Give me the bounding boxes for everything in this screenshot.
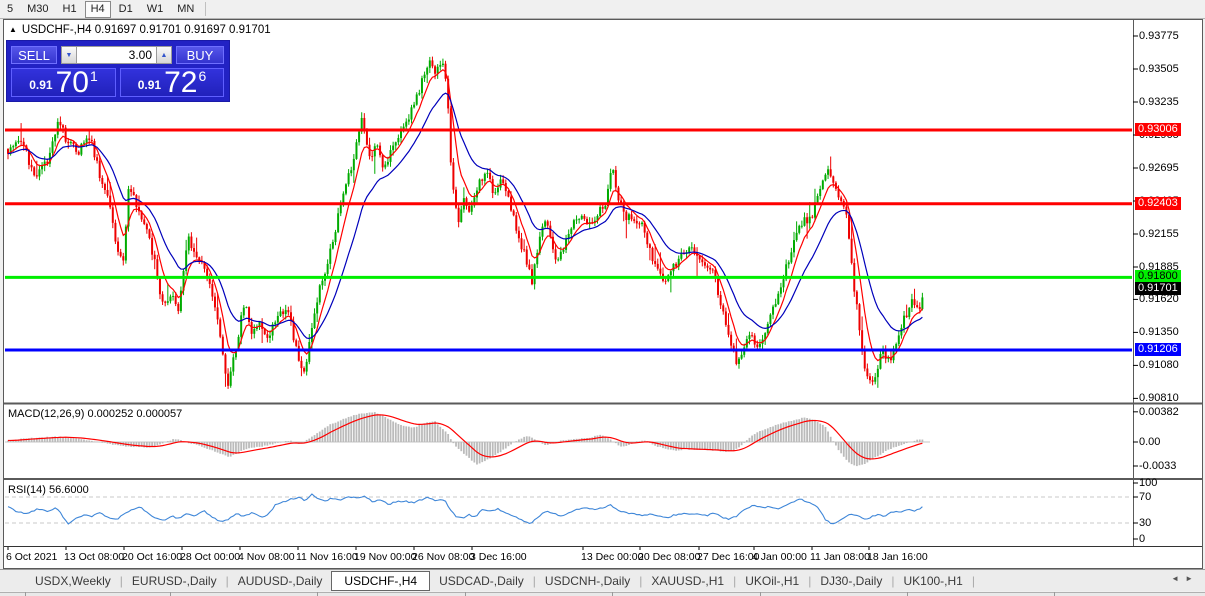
volume-stepper: ▼ ▲ [61,46,172,64]
chart-tab-usdx-weekly[interactable]: USDX,Weekly [26,572,120,590]
status-bar-sliver [0,592,1205,596]
chart-tab-bar: USDX,Weekly|EURUSD-,Daily|AUDUSD-,DailyU… [0,569,1205,591]
time-axis-label: 4 Nov 08:00 [238,551,295,563]
sell-price-prefix: 0.91 [29,78,52,92]
chart-tab-eurusd-daily[interactable]: EURUSD-,Daily [123,572,226,590]
chart-tab-usdcad-daily[interactable]: USDCAD-,Daily [430,572,533,590]
status-tick [612,592,613,596]
time-axis-label: 11 Nov 16:00 [296,551,358,563]
price-axis-label: 0.90810 [1139,392,1179,404]
sell-price-digits: 70 [56,70,89,96]
price-axis-label: 0.93775 [1139,30,1179,42]
time-axis-label: 6 Oct 2021 [6,551,57,563]
status-tick [317,592,318,596]
status-tick [465,592,466,596]
price-axis-label: 0.92695 [1139,162,1179,174]
rsi-indicator-label: RSI(14) 56.6000 [8,484,89,496]
resistance-line-price-badge: 0.93006 [1135,123,1181,136]
tab-scroll-left-icon[interactable]: ◄ [1171,574,1185,583]
buy-price-display[interactable]: 0.91 72 6 [120,68,224,97]
price-axis-label: 0.93505 [1139,63,1179,75]
buy-price-digits: 72 [164,70,197,96]
price-axis-label: 0.91080 [1139,359,1179,371]
mt4-terminal-window: 5M30H1H4D1W1MN ▲USDCHF-,H4 0.91697 0.917… [0,0,1205,596]
volume-input[interactable] [77,46,156,64]
support-line-price-badge: 0.91800 [1135,270,1181,283]
status-tick [25,592,26,596]
symbol-ohlc-header: ▲ USDCHF-,H4 0.91697 0.91701 0.91697 0.91… [9,24,271,36]
tab-separator: | [972,574,975,588]
one-click-trade-panel: SELL ▼ ▲ BUY 0.91 70 1 0.91 72 6 [6,40,230,102]
volume-increase-button[interactable]: ▲ [156,46,172,64]
time-axis-label: 4 Jan 00:00 [752,551,807,563]
rsi-axis-label: 100 [1139,477,1157,489]
chevron-down-icon: ▼ [66,52,73,59]
symbol-ohlc-text: USDCHF-,H4 0.91697 0.91701 0.91697 0.917… [22,24,271,36]
macd-indicator-label: MACD(12,26,9) 0.000252 0.000057 [8,408,182,420]
support-line-price-badge: 0.91206 [1135,343,1181,356]
tab-scroll-right-icon[interactable]: ► [1185,574,1199,583]
buy-button[interactable]: BUY [176,46,224,64]
time-axis-label: 27 Dec 16:00 [697,551,759,563]
sell-button[interactable]: SELL [11,46,57,64]
price-axis-label: 0.91350 [1139,326,1179,338]
chart-tab-usdchf-h4[interactable]: USDCHF-,H4 [331,571,430,591]
rsi-axis-label: 0 [1139,533,1145,545]
time-axis-label: 13 Dec 00:00 [581,551,643,563]
chart-tab-xauusd-h1[interactable]: XAUUSD-,H1 [642,572,733,590]
price-axis-label: 0.93235 [1139,96,1179,108]
rsi-axis-label: 70 [1139,491,1151,503]
buy-price-pip: 6 [198,68,206,84]
time-axis-label: 20 Oct 16:00 [122,551,182,563]
status-tick [907,592,908,596]
collapse-panel-arrow-icon[interactable]: ▲ [9,25,17,34]
chart-tab-dj30-daily[interactable]: DJ30-,Daily [811,572,891,590]
price-axis-label: 0.92155 [1139,228,1179,240]
macd-axis-label: -0.0033 [1139,460,1176,472]
time-axis-label: 28 Oct 00:00 [180,551,240,563]
rsi-axis-label: 30 [1139,517,1151,529]
macd-axis-label: 0.00382 [1139,406,1179,418]
time-axis-label: 26 Nov 08:00 [412,551,474,563]
volume-decrease-button[interactable]: ▼ [61,46,77,64]
status-tick [170,592,171,596]
chart-tab-uk100-h1[interactable]: UK100-,H1 [894,572,971,590]
time-axis-label: 20 Dec 08:00 [638,551,700,563]
status-tick [760,592,761,596]
time-axis-label: 3 Dec 16:00 [470,551,527,563]
chart-tab-ukoil-h1[interactable]: UKOil-,H1 [736,572,808,590]
chevron-up-icon: ▲ [161,52,168,59]
time-axis-label: 19 Nov 00:00 [354,551,416,563]
current-price-badge: 0.91701 [1135,282,1181,295]
time-axis-label: 11 Jan 08:00 [810,551,870,563]
resistance-line-price-badge: 0.92403 [1135,197,1181,210]
macd-axis-label: 0.00 [1139,436,1160,448]
time-axis-label: 18 Jan 16:00 [867,551,928,563]
status-tick [1054,592,1055,596]
chart-tab-audusd-daily[interactable]: AUDUSD-,Daily [229,572,332,590]
chart-tab-usdcnh-daily[interactable]: USDCNH-,Daily [536,572,639,590]
sell-price-pip: 1 [90,68,98,84]
buy-price-prefix: 0.91 [138,78,161,92]
tab-scroll-arrows[interactable]: ◄► [1171,574,1199,583]
time-axis-label: 13 Oct 08:00 [64,551,124,563]
sell-price-display[interactable]: 0.91 70 1 [11,68,116,97]
